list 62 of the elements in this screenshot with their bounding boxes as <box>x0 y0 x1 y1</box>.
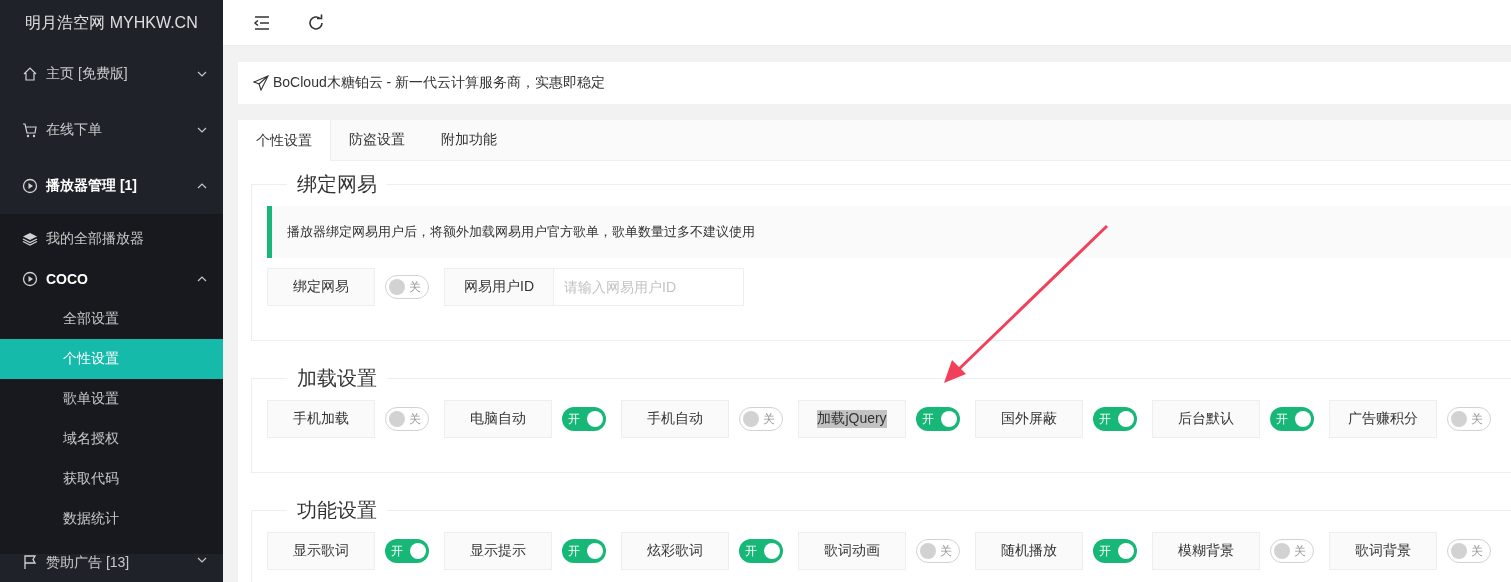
toggle-switch[interactable]: 开 <box>739 539 783 563</box>
cart-icon <box>22 122 38 138</box>
sidebar-subitem[interactable]: 歌单设置 <box>0 379 223 419</box>
refresh-icon[interactable] <box>307 13 325 32</box>
play-circle-icon <box>22 271 38 287</box>
sidebar-item[interactable]: 在线下单 <box>0 102 223 158</box>
toggle-switch[interactable]: 开 <box>562 407 606 431</box>
sidebar-subitem[interactable]: 全部设置 <box>0 299 223 339</box>
tab[interactable]: 个性设置 <box>238 120 331 161</box>
toggle-switch[interactable]: 开 <box>1093 539 1137 563</box>
toggle-switch[interactable]: 开 <box>1270 407 1314 431</box>
menu-collapse-icon[interactable] <box>253 13 271 32</box>
setting-label: 手机自动 <box>621 400 729 438</box>
setting-label: 歌词背景 <box>1329 532 1437 570</box>
toggle-switch[interactable]: 关 <box>916 539 960 563</box>
input-field[interactable]: 请输入网易用户ID <box>554 268 744 306</box>
toggle-switch[interactable]: 关 <box>385 275 429 299</box>
sidebar-subitem[interactable]: 个性设置 <box>0 339 223 379</box>
tip-text: 播放器绑定网易用户后，将额外加载网易用户官方歌单，歌单数量过多不建议使用 <box>267 206 1511 258</box>
play-circle-icon <box>22 178 38 194</box>
toggle-switch[interactable]: 关 <box>385 407 429 431</box>
toggle-switch[interactable]: 开 <box>562 539 606 563</box>
toggle-switch[interactable]: 关 <box>1447 407 1491 431</box>
setting-label: 广告赚积分 <box>1329 400 1437 438</box>
paper-plane-icon <box>253 75 269 91</box>
section-title: 加载设置 <box>296 366 378 391</box>
toggle-switch[interactable]: 关 <box>1447 539 1491 563</box>
tab[interactable]: 防盗设置 <box>331 120 423 160</box>
toggle-switch[interactable]: 关 <box>1270 539 1314 563</box>
notice-text: BoCloud木糖铂云 - 新一代云计算服务商，实惠即稳定 <box>273 74 606 92</box>
layers-icon <box>22 231 38 247</box>
toggle-switch[interactable]: 开 <box>385 539 429 563</box>
field-label: 网易用户ID <box>444 268 554 306</box>
sidebar-subitem[interactable]: 数据统计 <box>0 499 223 539</box>
setting-label: 歌词动画 <box>798 532 906 570</box>
brand-title: 明月浩空网 MYHKW.CN <box>24 12 199 33</box>
setting-label: 加载jQuery <box>798 400 906 438</box>
tab[interactable]: 附加功能 <box>423 120 515 160</box>
toggle-switch[interactable]: 开 <box>916 407 960 431</box>
sidebar-subitem[interactable]: 获取代码 <box>0 459 223 499</box>
sidebar-subitem[interactable]: 域名授权 <box>0 419 223 459</box>
flag-icon <box>22 554 38 570</box>
setting-label: 模糊背景 <box>1152 532 1260 570</box>
setting-label: 电脑自动 <box>444 400 552 438</box>
sidebar-subitem[interactable]: 我的全部播放器 <box>0 219 223 259</box>
setting-label: 手机加载 <box>267 400 375 438</box>
setting-label: 后台默认 <box>1152 400 1260 438</box>
setting-label: 绑定网易 <box>267 268 375 306</box>
sidebar-item[interactable]: 主页 [免费版] <box>0 46 223 102</box>
setting-label: 炫彩歌词 <box>621 532 729 570</box>
home-icon <box>22 66 38 82</box>
sidebar-subitem[interactable]: COCO <box>0 259 223 299</box>
setting-label: 显示歌词 <box>267 532 375 570</box>
section-title: 功能设置 <box>296 498 378 523</box>
section-title: 绑定网易 <box>296 172 378 197</box>
setting-label: 国外屏蔽 <box>975 400 1083 438</box>
toggle-switch[interactable]: 关 <box>739 407 783 431</box>
sidebar-item[interactable]: 播放器管理 [1] <box>0 158 223 214</box>
setting-label: 显示提示 <box>444 532 552 570</box>
toggle-switch[interactable]: 开 <box>1093 407 1137 431</box>
setting-label: 随机播放 <box>975 532 1083 570</box>
sidebar-item[interactable]: 赞助广告 [13] <box>0 554 223 582</box>
